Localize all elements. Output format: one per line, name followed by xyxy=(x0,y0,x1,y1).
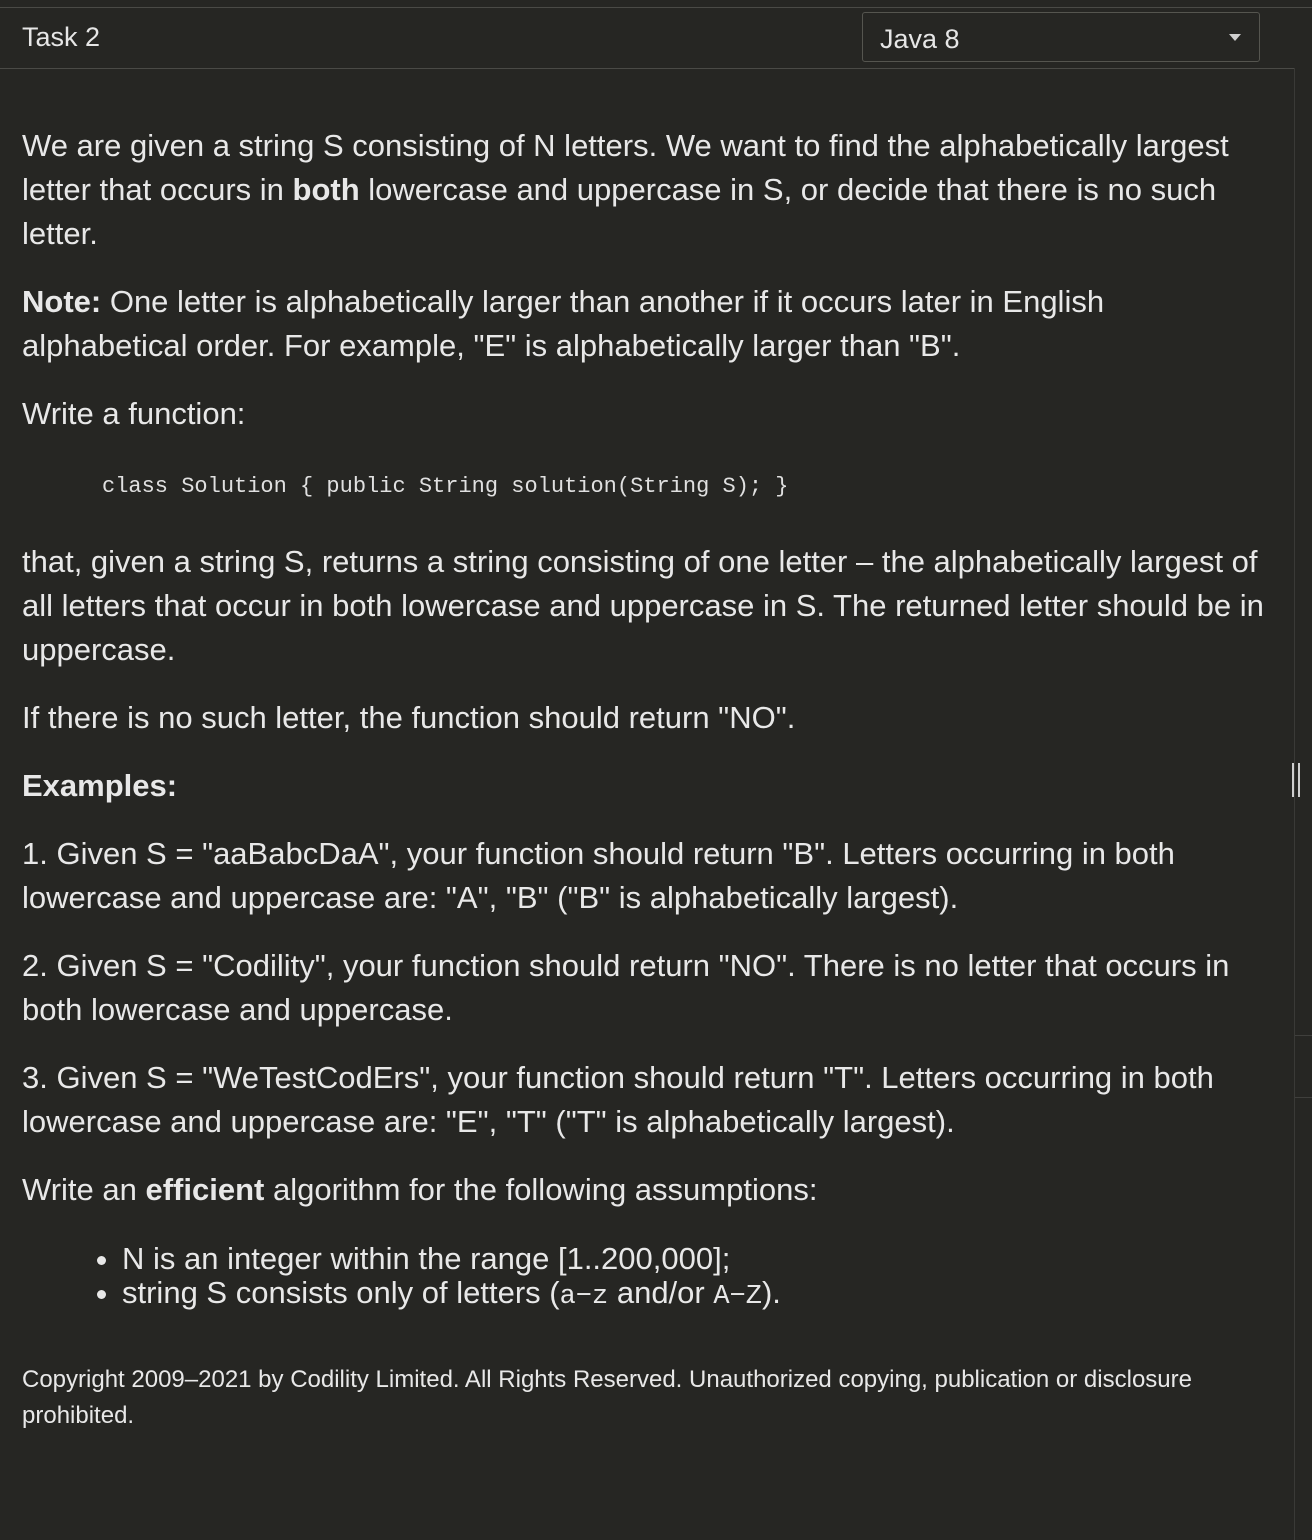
no-letter-paragraph: If there is no such letter, the function… xyxy=(22,700,796,735)
chevron-down-icon xyxy=(1229,34,1241,41)
divider-tick xyxy=(1295,1035,1312,1036)
resize-handle-bar xyxy=(1292,763,1294,797)
task-panel: Task 2 Java 8 We are given a string S co… xyxy=(0,0,1312,1540)
assumption-item: N is an integer within the range [1..200… xyxy=(122,1242,1277,1276)
divider-tick xyxy=(1295,1097,1312,1098)
example-2: 2. Given S = "Codility", your function s… xyxy=(22,948,1230,1027)
resize-handle-bar xyxy=(1298,763,1300,797)
examples-heading: Examples: xyxy=(22,768,178,803)
language-select[interactable]: Java 8 xyxy=(862,12,1260,62)
returns-paragraph: that, given a string S, returns a string… xyxy=(22,544,1264,667)
language-select-value: Java 8 xyxy=(880,24,960,54)
example-1: 1. Given S = "aaBabcDaA", your function … xyxy=(22,836,1175,915)
task-title: Task 2 xyxy=(22,22,101,52)
task-header: Task 2 Java 8 xyxy=(0,8,1295,69)
assumption-item: string S consists only of letters (a−z a… xyxy=(122,1276,1277,1314)
panel-divider xyxy=(1294,68,1295,1540)
note-paragraph: Note: One letter is alphabetically large… xyxy=(22,284,1105,363)
task-description: We are given a string S consisting of N … xyxy=(22,124,1277,1434)
efficient-paragraph: Write an efficient algorithm for the fol… xyxy=(22,1172,818,1207)
note-label: Note: xyxy=(22,284,102,319)
resize-handle[interactable] xyxy=(1290,763,1302,797)
assumptions-list: N is an integer within the range [1..200… xyxy=(22,1242,1277,1314)
function-signature: class Solution { public String solution(… xyxy=(102,474,789,499)
example-3: 3. Given S = "WeTestCodErs", your functi… xyxy=(22,1060,1214,1139)
copyright-notice: Copyright 2009–2021 by Codility Limited.… xyxy=(22,1366,1192,1429)
intro-paragraph: We are given a string S consisting of N … xyxy=(22,128,1229,251)
write-function-text: Write a function: xyxy=(22,396,246,431)
